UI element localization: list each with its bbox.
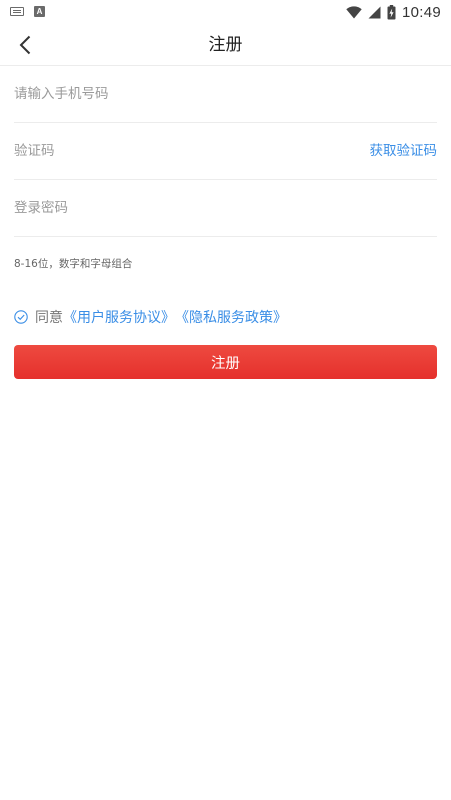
status-time: 10:49 xyxy=(401,3,441,21)
cell-signal-icon xyxy=(368,6,381,18)
privacy-policy-link[interactable]: 《隐私服务政策》 xyxy=(175,307,287,327)
agreement-row: 同意 《用户服务协议》 《隐私服务政策》 xyxy=(14,306,287,328)
status-bar-right: 10:49 xyxy=(346,3,441,21)
check-circle-icon[interactable] xyxy=(14,310,28,324)
back-button[interactable] xyxy=(10,30,40,60)
phone-input[interactable] xyxy=(14,66,437,122)
a-notification-icon: A xyxy=(34,6,45,17)
get-code-button[interactable]: 获取验证码 xyxy=(370,123,438,180)
user-agreement-link[interactable]: 《用户服务协议》 xyxy=(63,307,175,327)
code-field-row: 获取验证码 xyxy=(14,123,437,180)
register-button[interactable]: 注册 xyxy=(14,345,437,379)
register-form: 获取验证码 xyxy=(14,66,437,237)
wifi-icon xyxy=(346,5,362,18)
battery-charging-icon xyxy=(387,4,396,19)
status-bar-left: A xyxy=(10,6,45,17)
password-input[interactable] xyxy=(14,180,437,236)
chevron-left-icon xyxy=(19,35,31,55)
keyboard-icon xyxy=(10,7,24,16)
status-bar: A 10:49 xyxy=(0,0,451,24)
password-hint: 8-16位，数字和字母组合 xyxy=(14,258,133,270)
agreement-prefix: 同意 xyxy=(35,310,63,326)
password-field-row xyxy=(14,180,437,237)
phone-field-row xyxy=(14,66,437,123)
nav-bar: 注册 xyxy=(0,24,451,66)
page-title: 注册 xyxy=(208,35,243,55)
